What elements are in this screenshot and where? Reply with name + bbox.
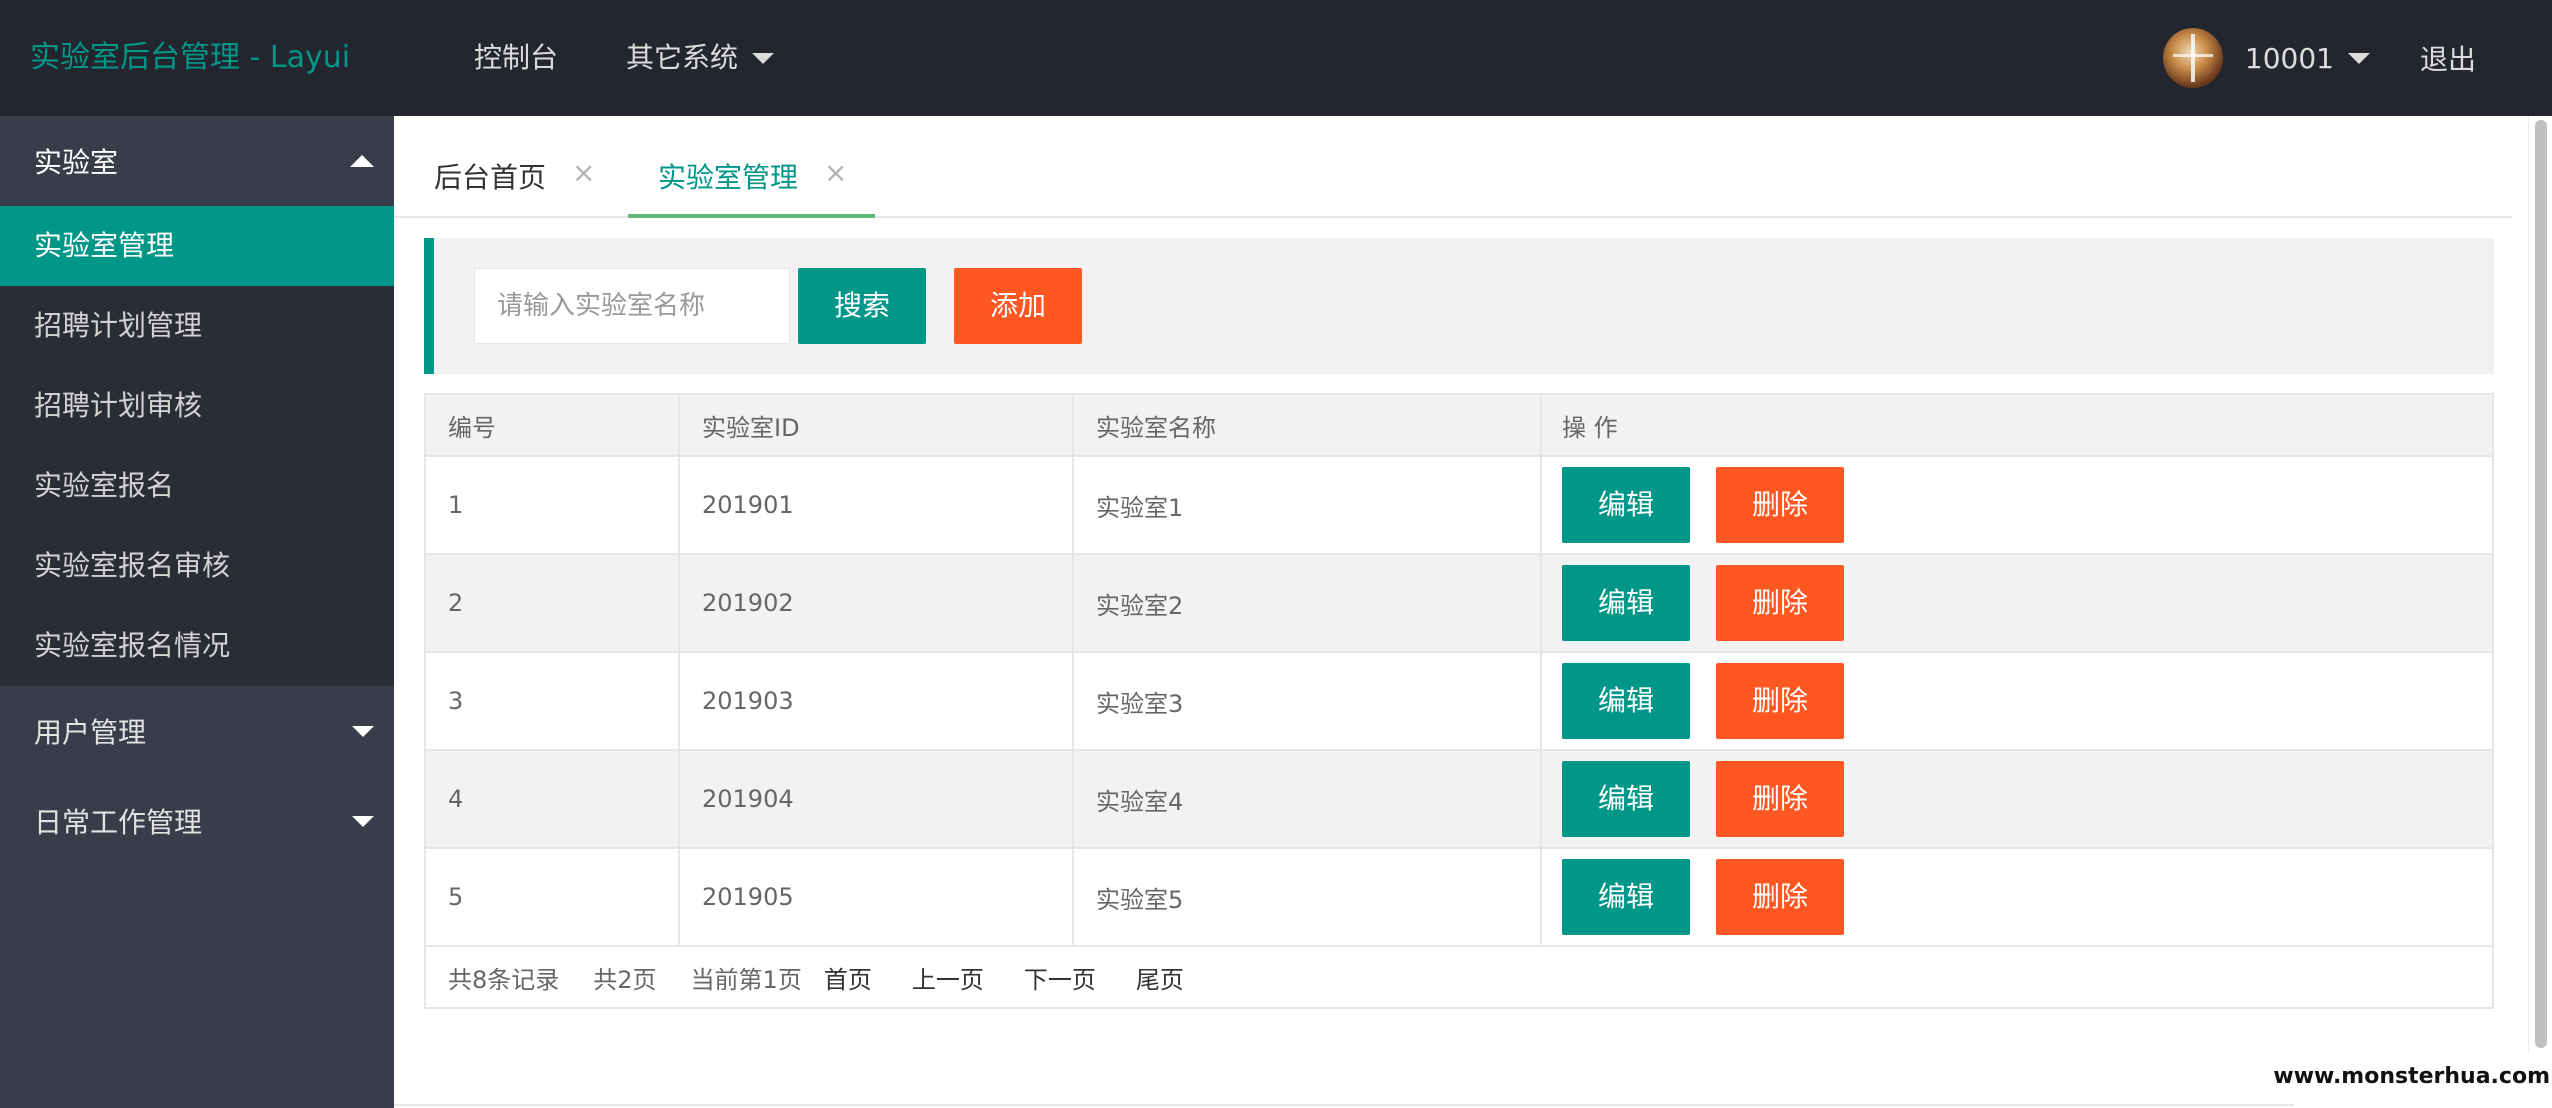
sidebar-item-recruit-review[interactable]: 招聘计划审核 [0, 366, 394, 446]
cell-actions: 编辑 删除 [1542, 457, 2492, 553]
delete-button[interactable]: 删除 [1716, 859, 1844, 935]
sidebar-group-daily-work[interactable]: 日常工作管理 [0, 776, 394, 866]
lab-table: 编号 实验室ID 实验室名称 操 作 1 201901 实验室1 编辑 删除 2… [424, 393, 2494, 1009]
column-header: 实验室名称 [1074, 395, 1542, 455]
cell-name: 实验室3 [1074, 653, 1542, 749]
table-row: 2 201902 实验室2 编辑 删除 [426, 555, 2492, 653]
tab-home[interactable]: 后台首页 × [434, 156, 595, 218]
top-header: 实验室后台管理 - Layui 控制台 其它系统 10001 退出 [0, 0, 2552, 116]
tab-label: 后台首页 [434, 161, 547, 194]
table-row: 5 201905 实验室5 编辑 删除 [426, 849, 2492, 947]
delete-button[interactable]: 删除 [1716, 761, 1844, 837]
delete-button[interactable]: 删除 [1716, 663, 1844, 739]
top-nav: 控制台 其它系统 [440, 0, 808, 116]
user-area: 10001 退出 [2162, 0, 2552, 116]
logout-link[interactable]: 退出 [2420, 38, 2476, 78]
sidebar-group-label: 实验室 [34, 146, 119, 179]
column-header: 实验室ID [680, 395, 1074, 455]
cell-id: 201903 [680, 653, 1074, 749]
chevron-down-icon [2347, 52, 2370, 64]
column-header: 编号 [426, 395, 680, 455]
add-button[interactable]: 添加 [954, 268, 1082, 344]
tab-label: 实验室管理 [658, 161, 799, 194]
sidebar-item-signup-review[interactable]: 实验室报名审核 [0, 526, 394, 606]
column-header: 操 作 [1562, 413, 1618, 442]
sidebar-group-lab[interactable]: 实验室 [0, 116, 394, 206]
pager-current: 当前第1页 [690, 965, 802, 994]
close-icon[interactable]: × [572, 156, 595, 189]
cell-no: 4 [426, 751, 680, 847]
table-row: 3 201903 实验室3 编辑 删除 [426, 653, 2492, 751]
pager-prev-link[interactable]: 上一页 [912, 960, 984, 995]
cell-name: 实验室4 [1074, 751, 1542, 847]
table-row: 4 201904 实验室4 编辑 删除 [426, 751, 2492, 849]
edit-button[interactable]: 编辑 [1562, 761, 1690, 837]
sidebar: 实验室 实验室管理 招聘计划管理 招聘计划审核 实验室报名 实验室报名审核 实验… [0, 116, 394, 1108]
watermark: www.monsterhua.com [2273, 1064, 2550, 1089]
edit-button[interactable]: 编辑 [1562, 467, 1690, 543]
cell-no: 2 [426, 555, 680, 651]
nav-console-label: 控制台 [474, 41, 559, 74]
sidebar-submenu: 实验室管理 招聘计划管理 招聘计划审核 实验室报名 实验室报名审核 实验室报名情… [0, 206, 394, 686]
chevron-down-icon [352, 725, 374, 737]
cell-name: 实验室2 [1074, 555, 1542, 651]
app-logo[interactable]: 实验室后台管理 - Layui [30, 0, 350, 116]
search-button[interactable]: 搜索 [798, 268, 926, 344]
close-icon[interactable]: × [824, 156, 847, 189]
pager-first-link[interactable]: 首页 [824, 960, 872, 995]
delete-button[interactable]: 删除 [1716, 565, 1844, 641]
pager-next-link[interactable]: 下一页 [1024, 960, 1096, 995]
user-menu[interactable]: 10001 [2245, 42, 2370, 75]
chevron-up-icon [350, 155, 374, 167]
nav-other-systems[interactable]: 其它系统 [592, 0, 808, 116]
nav-console[interactable]: 控制台 [440, 0, 592, 116]
nav-other-systems-label: 其它系统 [626, 41, 739, 74]
edit-button[interactable]: 编辑 [1562, 859, 1690, 935]
tab-bar: 后台首页 × 实验室管理 × [394, 116, 2512, 218]
cell-no: 3 [426, 653, 680, 749]
cell-actions: 编辑 删除 [1542, 653, 2492, 749]
sidebar-item-recruit-plan[interactable]: 招聘计划管理 [0, 286, 394, 366]
cell-actions: 编辑 删除 [1542, 849, 2492, 945]
sidebar-item-lab-manage[interactable]: 实验室管理 [0, 206, 394, 286]
footer-divider [394, 1104, 2294, 1106]
delete-button[interactable]: 删除 [1716, 467, 1844, 543]
table-header-row: 编号 实验室ID 实验室名称 操 作 [426, 395, 2492, 457]
cell-id: 201904 [680, 751, 1074, 847]
sidebar-group-label: 用户管理 [34, 716, 147, 749]
cell-name: 实验室5 [1074, 849, 1542, 945]
tab-lab-manage[interactable]: 实验室管理 × [628, 156, 876, 218]
user-name: 10001 [2244, 41, 2334, 75]
edit-button[interactable]: 编辑 [1562, 565, 1690, 641]
pager-pages: 共2页 [593, 965, 657, 994]
sidebar-item-signup-status[interactable]: 实验室报名情况 [0, 606, 394, 686]
chevron-down-icon [752, 52, 775, 64]
edit-button[interactable]: 编辑 [1562, 663, 1690, 739]
cell-no: 5 [426, 849, 680, 945]
sidebar-group-users[interactable]: 用户管理 [0, 686, 394, 776]
cell-name: 实验室1 [1074, 457, 1542, 553]
sidebar-item-lab-signup[interactable]: 实验室报名 [0, 446, 394, 526]
pagination: 共8条记录 共2页 当前第1页 首页 上一页 下一页 尾页 [426, 947, 2492, 1007]
vertical-scrollbar[interactable] [2528, 116, 2552, 1052]
table-row: 1 201901 实验室1 编辑 删除 [426, 457, 2492, 555]
search-panel: 请输入实验室名称 搜索 添加 [424, 238, 2494, 374]
chevron-down-icon [352, 815, 374, 827]
pager-total: 共8条记录 [448, 965, 560, 994]
pager-last-link[interactable]: 尾页 [1136, 960, 1184, 995]
scrollbar-thumb[interactable] [2535, 120, 2547, 1048]
search-input[interactable]: 请输入实验室名称 [474, 268, 790, 344]
cell-id: 201902 [680, 555, 1074, 651]
cell-id: 201901 [680, 457, 1074, 553]
cell-actions: 编辑 删除 [1542, 751, 2492, 847]
avatar[interactable] [2162, 28, 2223, 88]
cell-no: 1 [426, 457, 680, 553]
sidebar-group-label: 日常工作管理 [34, 806, 203, 839]
cell-actions: 编辑 删除 [1542, 555, 2492, 651]
cell-id: 201905 [680, 849, 1074, 945]
